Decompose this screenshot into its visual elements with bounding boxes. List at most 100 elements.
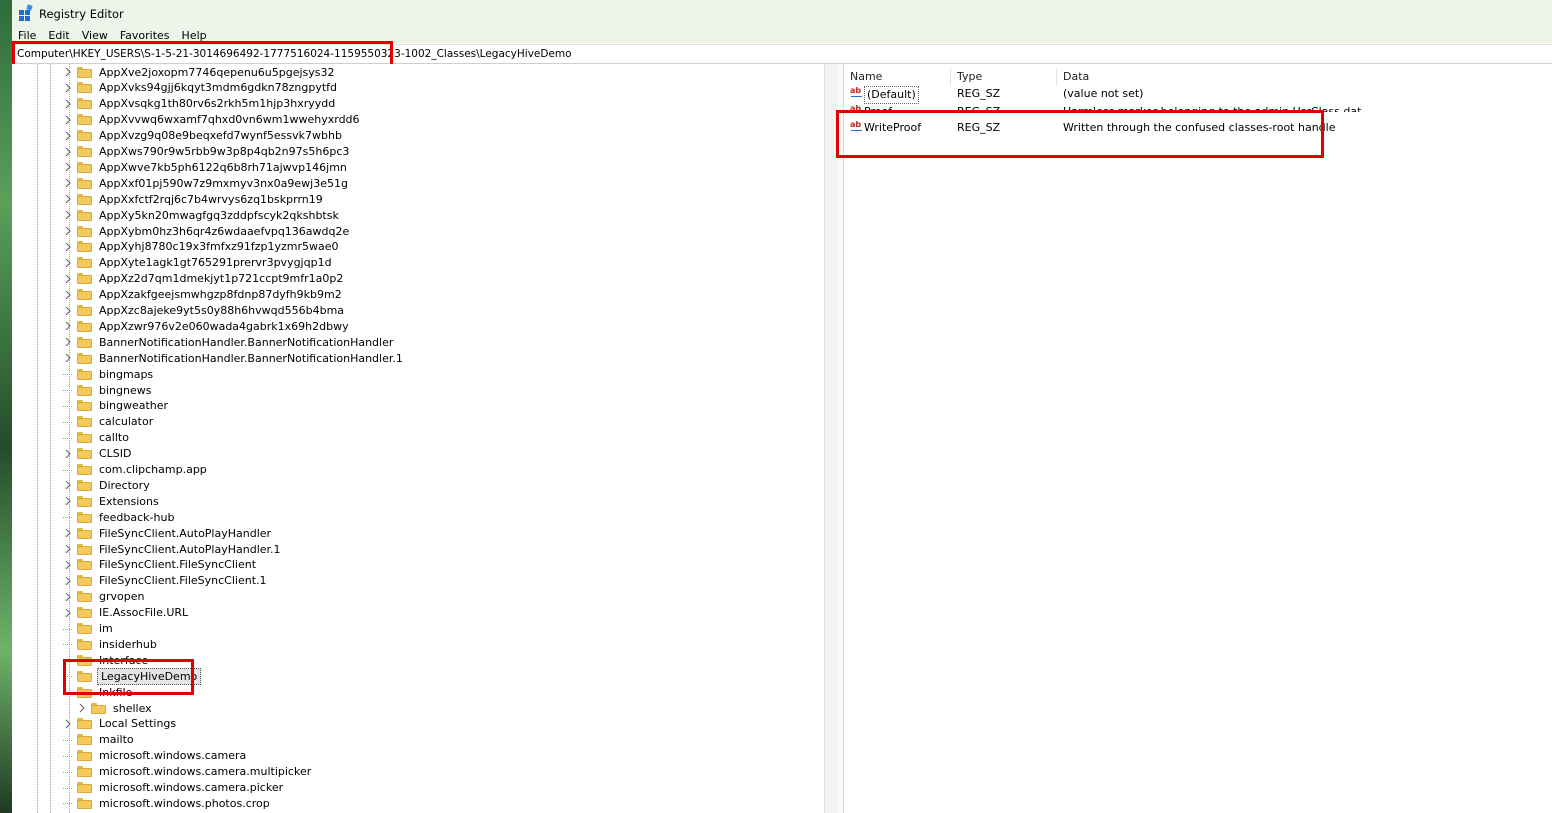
values-list-pane[interactable]: Name Type Data ab (Default) REG_SZ (valu… xyxy=(844,64,1552,813)
expand-chevron-icon[interactable] xyxy=(62,716,74,732)
expand-chevron-icon[interactable] xyxy=(62,96,74,112)
tree-item[interactable]: AppXxf01pj590w7z9mxmyv3nx0a9ewj3e51g xyxy=(62,175,350,191)
expand-chevron-icon[interactable] xyxy=(62,477,74,493)
tree-item[interactable]: grvopen xyxy=(62,589,146,605)
tree-item-label: callto xyxy=(99,431,129,445)
expand-chevron-icon[interactable] xyxy=(62,159,74,175)
menu-file[interactable]: File xyxy=(12,28,42,43)
tree-item[interactable]: AppXyte1agk1gt765291prervr3pvygjqp1d xyxy=(62,255,334,271)
tree-item[interactable]: bingweather xyxy=(62,398,170,414)
expand-chevron-icon[interactable] xyxy=(62,446,74,462)
expand-chevron-icon[interactable] xyxy=(62,128,74,144)
expand-chevron-icon[interactable] xyxy=(62,334,74,350)
tree-item[interactable]: AppXyhj8780c19x3fmfxz91fzp1yzmr5wae0 xyxy=(62,239,341,255)
expand-chevron-icon[interactable] xyxy=(62,525,74,541)
tree-item[interactable]: BannerNotificationHandler.BannerNotifica… xyxy=(62,334,395,350)
tree-item[interactable]: microsoft.windows.camera.multipicker xyxy=(62,764,313,780)
tree-item[interactable]: AppXzwr976v2e060wada4gabrk1x69h2dbwy xyxy=(62,318,351,334)
expand-chevron-icon[interactable] xyxy=(62,541,74,557)
tree-item[interactable]: AppXwve7kb5ph6122q6b8rh71ajwvp146jmn xyxy=(62,159,349,175)
tree-item[interactable]: AppXvvwq6wxamf7qhxd0vn6wm1wwehyxrdd6 xyxy=(62,112,362,128)
expand-chevron-icon[interactable] xyxy=(62,573,74,589)
value-row[interactable]: ab Proof REG_SZ Harmless marker belongin… xyxy=(844,104,1544,112)
expand-chevron-icon[interactable] xyxy=(62,589,74,605)
tree-item[interactable]: microsoft.windows.photos.crop xyxy=(62,795,272,811)
tree-item[interactable]: com.clipchamp.app xyxy=(62,462,209,478)
tree-item[interactable]: BannerNotificationHandler.BannerNotifica… xyxy=(62,350,405,366)
expand-chevron-icon[interactable] xyxy=(62,493,74,509)
expand-chevron-icon[interactable] xyxy=(62,191,74,207)
tree-item[interactable]: insiderhub xyxy=(62,636,159,652)
tree-item[interactable]: microsoft.windows.camera xyxy=(62,748,248,764)
tree-item[interactable]: bingmaps xyxy=(62,366,155,382)
tree-item-selected[interactable]: LegacyHiveDemo xyxy=(62,667,202,685)
tree-item[interactable]: AppXxfctf2rqj6c7b4wrvys6zq1bskprrn19 xyxy=(62,191,325,207)
tree-item[interactable]: microsoft.windows.camera.picker xyxy=(62,780,285,796)
folder-icon xyxy=(77,511,92,523)
tree-item[interactable]: callto xyxy=(62,430,131,446)
menu-view[interactable]: View xyxy=(76,28,114,43)
tree-item[interactable]: Inkfile xyxy=(62,684,134,700)
expand-chevron-icon[interactable] xyxy=(62,175,74,191)
tree-item[interactable]: AppXvsqkg1th80rv6s2rkh5m1hjp3hxryydd xyxy=(62,96,337,112)
tree-item[interactable]: AppXvzg9q08e9beqxefd7wynf5essvk7wbhb xyxy=(62,128,344,144)
column-header-type[interactable]: Type xyxy=(951,68,1057,86)
tree-item[interactable]: AppXybm0hz3h6qr4z6wdaaefvpq136awdq2e xyxy=(62,223,351,239)
tree-scrollbar[interactable] xyxy=(824,64,839,813)
expand-chevron-icon[interactable] xyxy=(62,318,74,334)
tree-item[interactable]: FileSyncClient.AutoPlayHandler xyxy=(62,525,273,541)
address-path[interactable]: Computer\HKEY_USERS\S-1-5-21-3014696492-… xyxy=(17,48,572,60)
address-bar[interactable]: Computer\HKEY_USERS\S-1-5-21-3014696492-… xyxy=(12,44,1552,64)
tree-item[interactable]: CLSID xyxy=(62,446,134,462)
expand-chevron-icon[interactable] xyxy=(62,223,74,239)
tree-item[interactable]: AppXy5kn20mwagfgq3zddpfscyk2qkshbtsk xyxy=(62,207,341,223)
expand-chevron-icon[interactable] xyxy=(62,605,74,621)
expand-chevron-icon[interactable] xyxy=(62,112,74,128)
tree-item[interactable]: Directory xyxy=(62,477,152,493)
column-header-data[interactable]: Data xyxy=(1057,68,1537,86)
tree-item[interactable]: Extensions xyxy=(62,493,161,509)
value-row[interactable]: ab (Default) REG_SZ (value not set) xyxy=(844,86,1544,104)
tree-item[interactable]: bingnews xyxy=(62,382,153,398)
tree-item[interactable]: AppXz2d7qm1dmekjyt1p721ccpt9mfr1a0p2 xyxy=(62,271,345,287)
tree-item[interactable]: AppXvks94gjj6kqyt3mdm6gdkn78zngpytfd xyxy=(62,80,339,96)
menu-favorites[interactable]: Favorites xyxy=(114,28,176,43)
key-tree-pane[interactable]: AppXve2joxopm7746qepenu6u5pgejsys32 AppXv… xyxy=(12,64,824,813)
tree-item[interactable]: calculator xyxy=(62,414,155,430)
expand-chevron-icon[interactable] xyxy=(62,207,74,223)
expand-chevron-icon[interactable] xyxy=(62,287,74,303)
folder-icon xyxy=(77,797,92,809)
tree-item-label: bingmaps xyxy=(99,367,154,381)
expand-chevron-icon[interactable] xyxy=(62,64,74,80)
tree-item[interactable]: AppXve2joxopm7746qepenu6u5pgejsys32 xyxy=(62,64,337,80)
expand-chevron-icon[interactable] xyxy=(62,271,74,287)
expand-chevron-icon[interactable] xyxy=(62,350,74,366)
menu-edit[interactable]: Edit xyxy=(42,28,75,43)
tree-item[interactable]: Local Settings xyxy=(62,716,178,732)
tree-item[interactable]: mailto xyxy=(62,732,136,748)
expand-chevron-icon[interactable] xyxy=(62,557,74,573)
tree-item[interactable]: AppXws790r9w5rbb9w3p8p4qb2n97s5h6pc3 xyxy=(62,144,351,160)
value-row[interactable]: ab WriteProof REG_SZ Written through the… xyxy=(844,120,1544,136)
tree-item[interactable]: AppXzc8ajeke9yt5s0y88h6hvwqd556b4bma xyxy=(62,303,346,319)
tree-item[interactable]: FileSyncClient.AutoPlayHandler.1 xyxy=(62,541,283,557)
expand-chevron-icon[interactable] xyxy=(62,239,74,255)
tree-item[interactable]: IE.AssocFile.URL xyxy=(62,605,190,621)
tree-item[interactable]: FileSyncClient.FileSyncClient.1 xyxy=(62,573,269,589)
expand-chevron-icon[interactable] xyxy=(76,700,88,716)
expand-chevron-icon[interactable] xyxy=(62,255,74,271)
tree-item[interactable]: FileSyncClient.FileSyncClient xyxy=(62,557,258,573)
tree-item-label: AppXz2d7qm1dmekjyt1p721ccpt9mfr1a0p2 xyxy=(99,272,344,286)
tree-item[interactable]: AppXzakfgeejsmwhgzp8fdnp87dyfh9kb9m2 xyxy=(62,287,344,303)
expand-chevron-icon[interactable] xyxy=(62,144,74,160)
tree-item[interactable]: feedback-hub xyxy=(62,509,176,525)
title-bar[interactable]: Registry Editor xyxy=(12,0,1552,27)
folder-icon xyxy=(77,448,92,460)
tree-item[interactable]: Interface xyxy=(62,652,150,668)
expand-chevron-icon[interactable] xyxy=(62,303,74,319)
tree-item[interactable]: im xyxy=(62,621,115,637)
column-header-name[interactable]: Name xyxy=(844,68,951,86)
menu-help[interactable]: Help xyxy=(176,28,213,43)
tree-item[interactable]: shellex xyxy=(76,700,154,716)
expand-chevron-icon[interactable] xyxy=(62,80,74,96)
